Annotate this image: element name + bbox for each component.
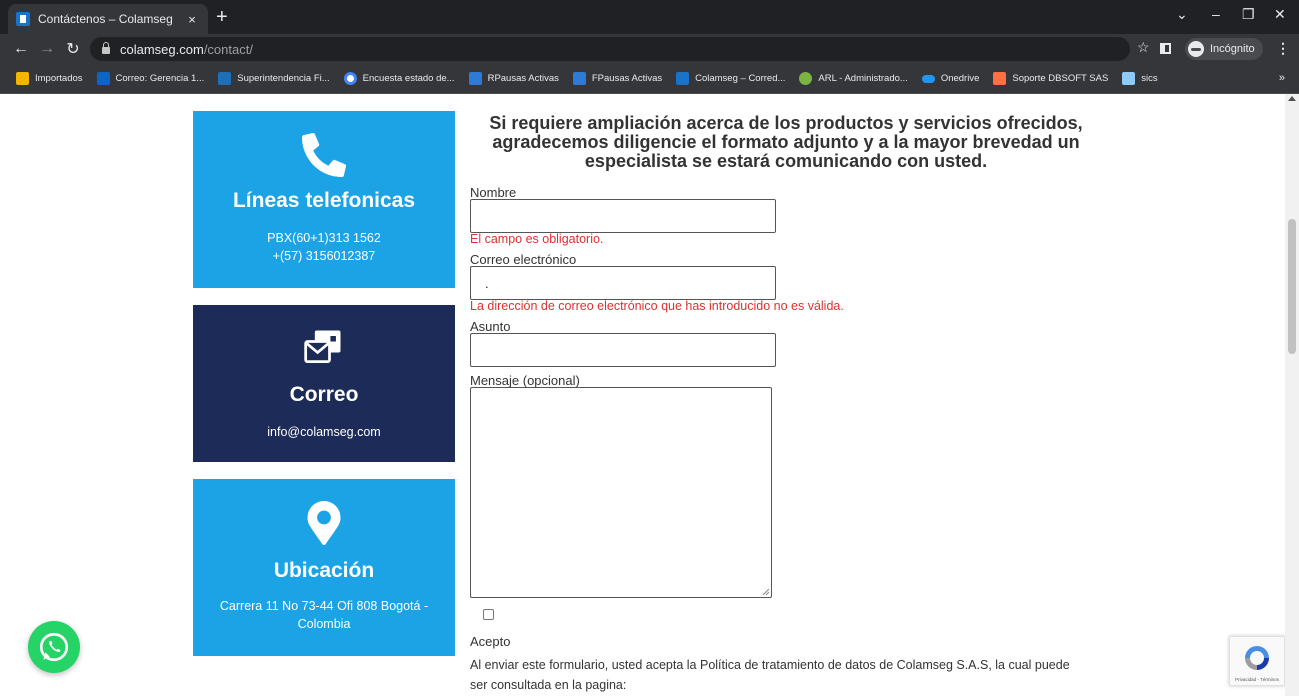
scroll-up-arrow-icon[interactable] [1288, 96, 1296, 101]
colamseg-icon [676, 72, 690, 85]
minimize-icon[interactable]: – [1212, 6, 1220, 22]
url-host: colamseg.com [120, 41, 204, 57]
onedrive-cloud-icon [921, 74, 935, 83]
document-icon [1122, 72, 1136, 85]
reload-icon[interactable]: ↻ [60, 39, 86, 59]
google-icon [343, 72, 357, 85]
mail-card-title: Correo [289, 383, 359, 406]
location-card-address: Carrera 11 No 73-44 Ofi 808 Bogotá - Col… [219, 599, 429, 631]
address-bar[interactable]: colamseg.com /contact/ [90, 37, 1130, 61]
contact-card-phone: Líneas telefonicas PBX(60+1)313 1562 +(5… [193, 111, 455, 288]
lock-icon[interactable] [102, 42, 110, 54]
bookmark-item[interactable]: Correo: Gerencia 1... [96, 72, 204, 85]
bookmark-item[interactable]: Colamseg – Corred... [676, 72, 785, 85]
superintendencia-icon [218, 72, 232, 85]
name-input[interactable] [470, 199, 776, 233]
accept-label: Acepto [470, 634, 511, 649]
bookmarks-overflow-icon[interactable]: » [1279, 72, 1285, 84]
colamseg-favicon-icon [16, 12, 30, 26]
resize-grip-icon[interactable] [762, 588, 770, 596]
incognito-icon [1188, 41, 1204, 57]
whatsapp-icon [39, 632, 69, 662]
phone-pbx: PBX(60+1)313 1562 [267, 231, 381, 245]
dbsoft-icon [993, 72, 1007, 85]
bookmark-item[interactable]: FPausas Activas [572, 72, 662, 85]
bookmark-star-icon[interactable]: ☆ [1137, 39, 1150, 56]
bookmark-item[interactable]: Soporte DBSOFT SAS [993, 72, 1108, 85]
bookmark-item[interactable]: Superintendencia Fi... [218, 72, 330, 85]
mail-card-email: info@colamseg.com [267, 425, 381, 439]
recaptcha-badge[interactable]: Privacidad - Términos [1229, 636, 1285, 686]
recaptcha-links[interactable]: Privacidad - Términos [1235, 677, 1279, 682]
forward-icon[interactable]: → [34, 40, 60, 58]
accept-checkbox[interactable] [483, 609, 494, 620]
location-pin-icon [307, 501, 341, 545]
browser-menu-icon[interactable]: ⋮ [1276, 40, 1290, 57]
browser-tab-active[interactable]: Contáctenos – Colamseg × [8, 4, 208, 34]
bookmark-item[interactable]: Onedrive [921, 73, 979, 84]
forms-icon [468, 72, 482, 85]
location-card-title: Ubicación [273, 559, 375, 582]
tab-title: Contáctenos – Colamseg [38, 12, 173, 26]
contact-card-location: Ubicación Carrera 11 No 73-44 Ofi 808 Bo… [193, 479, 455, 656]
forms-icon [572, 72, 586, 85]
new-tab-button[interactable]: + [216, 7, 228, 27]
name-label: Nombre [470, 185, 517, 200]
mail-icon [304, 330, 341, 364]
side-panel-icon[interactable] [1160, 43, 1171, 54]
phone-mobile: +(57) 3156012387 [272, 249, 376, 263]
tab-close-icon[interactable]: × [184, 12, 200, 27]
bookmarks-bar: Importados Correo: Gerencia 1... Superin… [0, 64, 1299, 94]
url-path: /contact/ [203, 41, 253, 57]
folder-icon [16, 72, 29, 85]
scrollbar-thumb[interactable] [1288, 219, 1296, 354]
contact-card-mail: Correo info@colamseg.com [193, 305, 455, 462]
tab-search-icon[interactable]: ⌄ [1176, 6, 1188, 23]
incognito-label: Incógnito [1210, 43, 1255, 55]
email-label: Correo electrónico [470, 252, 577, 267]
email-input[interactable] [470, 266, 776, 300]
outlook-icon [96, 72, 110, 85]
close-window-icon[interactable]: ✕ [1274, 6, 1286, 23]
page-scrollbar[interactable] [1285, 94, 1299, 696]
form-heading: Si requiere ampliación acerca de los pro… [489, 113, 1083, 171]
subject-input[interactable] [470, 333, 776, 367]
email-error: La dirección de correo electrónico que h… [470, 299, 844, 313]
phone-icon [302, 133, 346, 177]
subject-label: Asunto [470, 319, 511, 334]
recaptcha-icon [1245, 646, 1269, 670]
bookmark-item[interactable]: Importados [16, 72, 83, 85]
browser-tab-bar: Contáctenos – Colamseg × + ⌄ – ❐ ✕ [0, 0, 1299, 34]
phone-card-numbers: PBX(60+1)313 1562 +(57) 3156012387 [253, 229, 395, 265]
bookmark-item[interactable]: sics [1122, 72, 1158, 85]
message-textarea[interactable] [470, 387, 772, 598]
bookmark-item[interactable]: RPausas Activas [468, 72, 559, 85]
browser-toolbar: ← → ↻ colamseg.com /contact/ ☆ Incógnito… [0, 34, 1299, 64]
phone-card-title: Líneas telefonicas [232, 189, 416, 212]
restore-icon[interactable]: ❐ [1242, 6, 1255, 23]
arl-icon [799, 72, 813, 85]
bookmark-item[interactable]: ARL - Administrado... [799, 72, 908, 85]
message-label: Mensaje (opcional) [470, 373, 580, 388]
bookmark-item[interactable]: Encuesta estado de... [343, 72, 455, 85]
incognito-badge[interactable]: Incógnito [1185, 38, 1263, 60]
privacy-policy-text: Al enviar este formulario, usted acepta … [470, 658, 1070, 692]
page-viewport: Líneas telefonicas PBX(60+1)313 1562 +(5… [0, 94, 1299, 696]
name-error: El campo es obligatorio. [470, 232, 604, 246]
whatsapp-button[interactable] [28, 621, 80, 673]
back-icon[interactable]: ← [8, 40, 34, 58]
